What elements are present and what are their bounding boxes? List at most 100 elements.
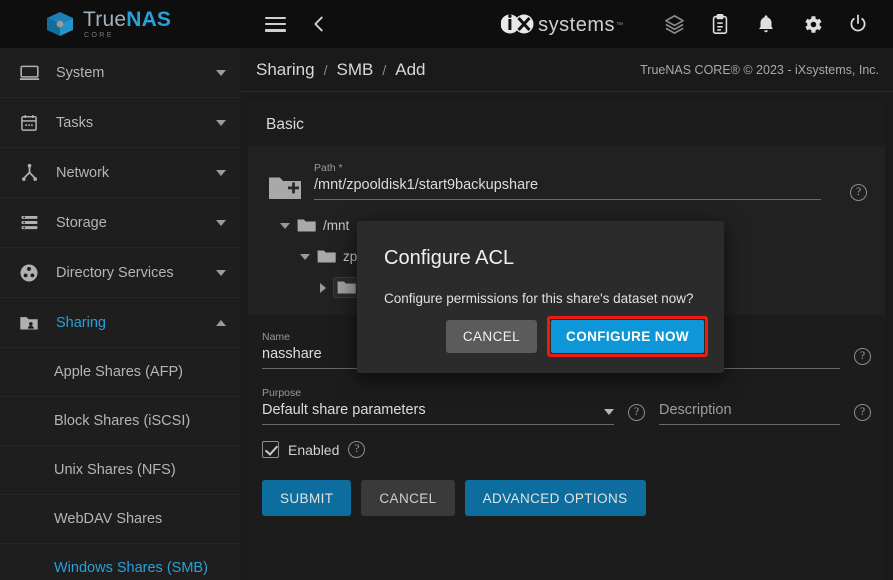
sidebar-item-windows-shares-smb[interactable]: Windows Shares (SMB) (0, 544, 240, 580)
ixsystems-trademark: ™ (616, 22, 623, 29)
sidebar-item-label: Storage (56, 215, 216, 231)
help-circle-icon[interactable]: ? (348, 441, 365, 458)
sidebar-subitem-label: Windows Shares (SMB) (54, 560, 208, 576)
ixsystems-logo: systems ™ (501, 11, 623, 37)
cancel-button[interactable]: CANCEL (361, 480, 454, 516)
chevron-down-icon[interactable] (216, 70, 226, 76)
purpose-select-wrapper[interactable]: Purpose Default share parameters (262, 387, 614, 425)
sidebar-item-label: Sharing (56, 315, 216, 331)
brand-subtitle: CORE (84, 32, 171, 39)
calendar-icon (14, 113, 44, 133)
enabled-checkbox[interactable] (262, 441, 279, 458)
breadcrumb-item-smb[interactable]: SMB (337, 60, 374, 80)
truenas-logo-icon (46, 11, 74, 37)
sidebar-item-label: Network (56, 165, 216, 181)
monitor-icon (14, 62, 44, 83)
purpose-select-value[interactable]: Default share parameters (262, 402, 604, 424)
breadcrumb: Sharing / SMB / Add (256, 60, 425, 80)
purpose-underline (262, 424, 614, 425)
settings-gear-icon[interactable] (799, 11, 825, 37)
path-label: Path * (314, 162, 821, 174)
chevron-down-icon[interactable] (604, 409, 614, 415)
brand-name-nas: NAS (126, 8, 171, 31)
chevron-down-icon[interactable] (216, 120, 226, 126)
ixsystems-mark-icon (501, 11, 535, 37)
jails-cube-icon[interactable] (661, 11, 687, 37)
sidebar-subitem-label: Unix Shares (NFS) (54, 462, 176, 478)
storage-list-icon (14, 212, 44, 233)
power-icon[interactable] (845, 11, 871, 37)
sidebar-item-label: System (56, 65, 216, 81)
dialog-title: Configure ACL (357, 221, 724, 270)
sidebar-subitem-label: Apple Shares (AFP) (54, 364, 183, 380)
enabled-checkbox-row: Enabled ? (248, 425, 885, 458)
copyright-text: TrueNAS CORE® © 2023 - iXsystems, Inc. (640, 63, 879, 77)
breadcrumb-item-sharing[interactable]: Sharing (256, 60, 315, 80)
ixsystems-wordmark: systems (538, 14, 615, 37)
sidebar-item-system[interactable]: System (0, 48, 240, 98)
task-manager-clipboard-icon[interactable] (707, 11, 733, 37)
sidebar-item-directory-services[interactable]: Directory Services (0, 248, 240, 298)
sidebar-item-network[interactable]: Network (0, 148, 240, 198)
dialog-message: Configure permissions for this share's d… (357, 270, 724, 306)
chevron-left-icon[interactable] (306, 11, 332, 37)
folder-icon (337, 280, 356, 295)
sidebar-subitem-label: WebDAV Shares (54, 511, 162, 527)
chevron-down-icon[interactable] (300, 254, 310, 260)
breadcrumb-bar: Sharing / SMB / Add TrueNAS CORE® © 2023… (240, 48, 893, 92)
dialog-configure-now-button[interactable]: CONFIGURE NOW (551, 320, 704, 353)
sidebar-subitem-label: Block Shares (iSCSI) (54, 413, 190, 429)
description-input[interactable]: Description (659, 402, 840, 424)
notifications-bell-icon[interactable] (753, 11, 779, 37)
help-circle-icon[interactable]: ? (628, 404, 645, 421)
sidebar-item-apple-shares-afp[interactable]: Apple Shares (AFP) (0, 348, 240, 397)
path-input-wrapper[interactable]: Path * /mnt/zpooldisk1/start9backupshare (314, 160, 821, 200)
brand-name-true: True (83, 8, 126, 31)
hamburger-menu-icon[interactable] (262, 11, 288, 37)
sidebar-item-tasks[interactable]: Tasks (0, 98, 240, 148)
tree-node-label: /mnt (323, 218, 349, 233)
sidebar-item-webdav-shares[interactable]: WebDAV Shares (0, 495, 240, 544)
top-navigation-bar: TrueNAS CORE (0, 0, 893, 48)
sidebar-item-label: Directory Services (56, 265, 216, 281)
help-circle-icon[interactable]: ? (854, 404, 871, 421)
help-circle-icon[interactable]: ? (854, 348, 871, 365)
chevron-down-icon[interactable] (216, 270, 226, 276)
description-underline (659, 424, 840, 425)
advanced-options-button[interactable]: ADVANCED OPTIONS (465, 480, 646, 516)
folder-add-icon[interactable] (268, 174, 302, 202)
sidebar-item-storage[interactable]: Storage (0, 198, 240, 248)
chevron-down-icon[interactable] (280, 223, 290, 229)
chevron-down-icon[interactable] (216, 220, 226, 226)
purpose-description-row: Purpose Default share parameters ? Descr… (248, 369, 885, 425)
dialog-actions: CANCEL CONFIGURE NOW (446, 316, 708, 357)
submit-button[interactable]: SUBMIT (262, 480, 351, 516)
sharing-folder-icon (14, 312, 44, 334)
path-underline (314, 199, 821, 200)
help-circle-icon[interactable]: ? (850, 184, 867, 201)
folder-icon (297, 218, 316, 233)
highlight-box: CONFIGURE NOW (547, 316, 708, 357)
path-input[interactable]: /mnt/zpooldisk1/start9backupshare (314, 177, 821, 199)
configure-acl-dialog: Configure ACL Configure permissions for … (357, 221, 724, 373)
folder-icon (317, 249, 336, 264)
purpose-label: Purpose (262, 387, 614, 399)
sidebar-item-block-shares-iscsi[interactable]: Block Shares (iSCSI) (0, 397, 240, 446)
truenas-app-window: TrueNAS CORE (0, 0, 893, 580)
chevron-right-icon[interactable] (320, 283, 326, 293)
chevron-down-icon[interactable] (216, 170, 226, 176)
sidebar-item-unix-shares-nfs[interactable]: Unix Shares (NFS) (0, 446, 240, 495)
chevron-up-icon[interactable] (216, 320, 226, 326)
form-action-buttons: SUBMIT CANCEL ADVANCED OPTIONS (248, 458, 885, 516)
directory-services-icon (14, 262, 44, 284)
sidebar-navigation: System Tasks (0, 48, 240, 580)
brand-logo[interactable]: TrueNAS CORE (0, 9, 240, 39)
breadcrumb-item-add[interactable]: Add (395, 60, 425, 80)
dialog-cancel-button[interactable]: CANCEL (446, 320, 537, 353)
section-title-basic: Basic (248, 100, 885, 146)
sidebar-item-sharing[interactable]: Sharing (0, 298, 240, 348)
description-input-wrapper[interactable]: Description (659, 402, 840, 425)
network-icon (14, 162, 44, 183)
enabled-label: Enabled (288, 442, 339, 458)
sidebar-item-label: Tasks (56, 115, 216, 131)
